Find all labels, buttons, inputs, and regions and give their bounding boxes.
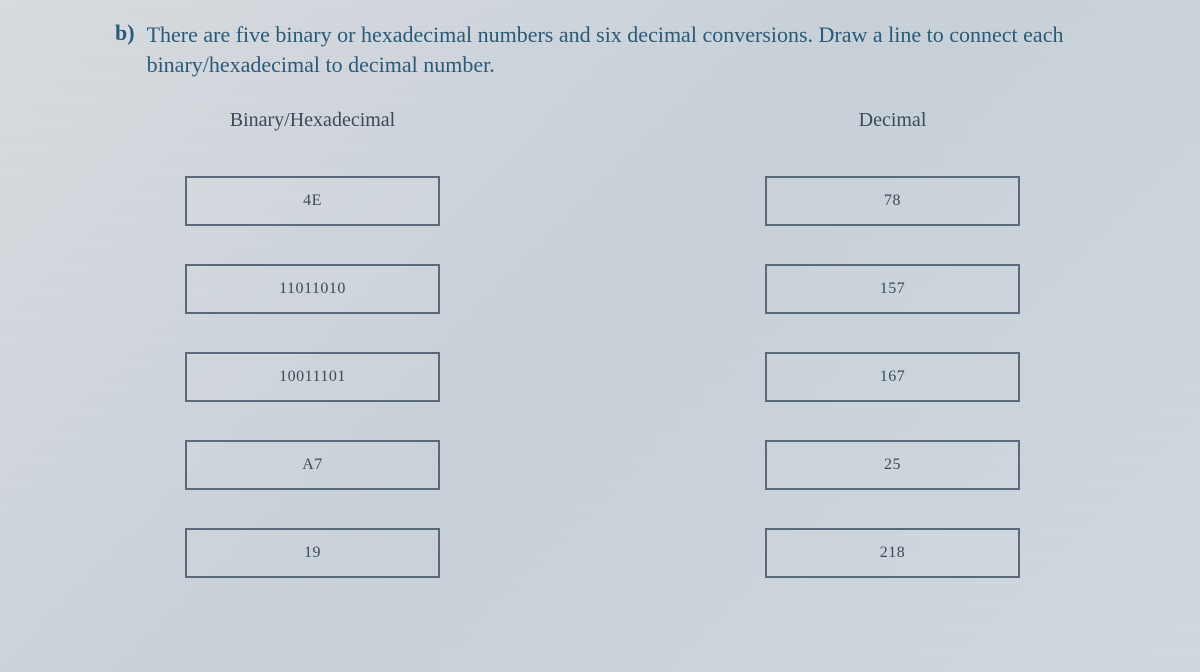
binary-hex-box[interactable]: 10011101 [185,352,440,402]
box-value: A7 [302,456,323,474]
box-value: 10011101 [279,368,346,386]
left-column-header: Binary/Hexadecimal [230,109,396,132]
question-container: b) There are five binary or hexadecimal … [0,0,1200,608]
binary-hex-box[interactable]: 11011010 [185,264,440,314]
matching-columns: Binary/Hexadecimal 4E 11011010 10011101 … [115,109,1100,578]
decimal-box[interactable]: 167 [765,352,1020,402]
box-value: 25 [884,456,901,474]
right-column-header: Decimal [859,109,927,132]
decimal-column: Decimal 78 157 167 25 218 [765,109,1020,578]
box-value: 11011010 [279,280,346,298]
binary-hex-box[interactable]: A7 [185,440,440,490]
question-letter: b) [115,20,135,46]
box-value: 157 [880,280,906,298]
binary-hex-column: Binary/Hexadecimal 4E 11011010 10011101 … [185,109,440,578]
question-text: There are five binary or hexadecimal num… [147,20,1100,79]
binary-hex-box[interactable]: 19 [185,528,440,578]
box-value: 167 [880,368,906,386]
box-value: 19 [304,544,321,562]
box-value: 218 [880,544,906,562]
decimal-box[interactable]: 25 [765,440,1020,490]
box-value: 78 [884,192,901,210]
question-header: b) There are five binary or hexadecimal … [115,20,1100,79]
decimal-box[interactable]: 218 [765,528,1020,578]
decimal-box[interactable]: 78 [765,176,1020,226]
decimal-box[interactable]: 157 [765,264,1020,314]
binary-hex-box[interactable]: 4E [185,176,440,226]
box-value: 4E [303,192,322,210]
